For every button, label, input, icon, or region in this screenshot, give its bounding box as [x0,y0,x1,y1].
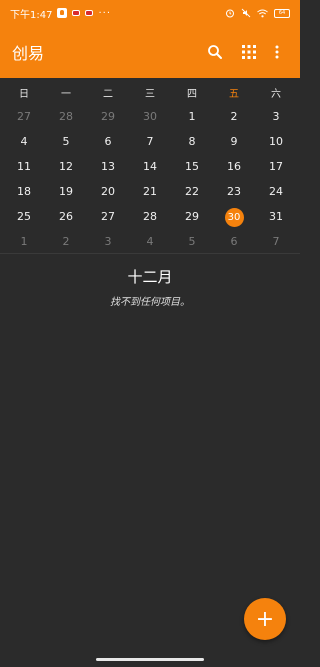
day-cell[interactable]: 27 [87,204,129,229]
day-cell[interactable]: 20 [87,179,129,204]
alarm-icon [226,9,234,18]
day-cell[interactable]: 6 [87,129,129,154]
day-cell[interactable]: 4 [3,129,45,154]
weekday-label: 五 [229,89,239,100]
day-cell[interactable]: 5 [45,129,87,154]
day-cell[interactable]: 28 [45,104,87,129]
day-cell[interactable]: 25 [3,204,45,229]
mute-icon [241,8,251,18]
day-cell[interactable]: 2 [45,229,87,254]
day-cell[interactable]: 30 [213,204,255,229]
day-cell[interactable]: 17 [255,154,297,179]
day-cell[interactable]: 19 [45,179,87,204]
day-cell[interactable]: 27 [3,104,45,129]
day-cell[interactable]: 9 [213,129,255,154]
status-time: 下午1:47 [10,9,53,21]
weekday-label: 六 [271,89,281,100]
empty-message: 找不到任何项目。 [110,297,190,308]
app-bar: 创易 [0,26,300,78]
day-cell[interactable]: 3 [255,104,297,129]
week-row: 25 26 27 28 29 30 31 [0,204,300,229]
notification-red-icon [72,10,81,16]
day-cell[interactable]: 23 [213,179,255,204]
home-indicator[interactable] [96,658,204,661]
divider [0,253,300,254]
month-title: 十二月 [127,268,173,286]
day-cell[interactable]: 6 [213,229,255,254]
day-cell[interactable]: 2 [213,104,255,129]
weekday-label: 三 [145,89,155,100]
week-row: 18 19 20 21 22 23 24 [0,179,300,204]
week-row: 11 12 13 14 15 16 17 [0,154,300,179]
notification-red-icon-2 [85,10,94,16]
weekday-label: 一 [61,89,71,100]
wifi-icon [257,9,268,17]
day-cell[interactable]: 16 [213,154,255,179]
battery-icon: 64 [274,8,290,18]
status-bar: 下午1:47 ··· 64 [0,0,300,26]
day-cell[interactable]: 3 [87,229,129,254]
day-cell[interactable]: 28 [129,204,171,229]
day-cell[interactable]: 11 [3,154,45,179]
day-cell[interactable]: 30 [129,104,171,129]
weekday-label: 日 [19,89,29,100]
week-row: 27 28 29 30 1 2 3 [0,104,300,129]
day-cell[interactable]: 12 [45,154,87,179]
week-row: 1234567 [0,229,300,254]
weekday-label: 四 [187,89,197,100]
day-cell[interactable]: 29 [171,204,213,229]
day-cell[interactable]: 7 [129,129,171,154]
day-cell[interactable]: 15 [171,154,213,179]
more-vert-icon[interactable] [266,41,288,63]
search-icon[interactable] [204,41,226,63]
add-event-button[interactable]: + [244,598,286,640]
day-cell[interactable]: 22 [171,179,213,204]
top-bar: 下午1:47 ··· 64 创易 [0,0,300,78]
day-cell[interactable]: 1 [171,104,213,129]
agenda-area: 十二月 找不到任何项目。 [0,266,300,308]
day-cell[interactable]: 4 [129,229,171,254]
calendar-grid: 27 28 29 30 1 2 3 4 5 6 7 8 9 10 11 12 13 14 15 16 17 18 19 20 2… [0,104,300,254]
day-cell[interactable]: 10 [255,129,297,154]
day-cell[interactable]: 1 [3,229,45,254]
calendar-screen: 下午1:47 ··· 64 创易 日 一 二 三 四 五 六 27 28 29 … [0,0,300,667]
day-cell[interactable]: 13 [87,154,129,179]
month-calendar: 日一二三四五六 27 28 29 30 1 2 3 4 5 6 7 8 9 10 11 12 13 14 15 16 1… [0,86,300,254]
grid-icon[interactable] [238,41,260,63]
weekday-label: 二 [103,89,113,100]
status-left: 下午1:47 ··· [10,6,111,21]
day-cell[interactable]: 8 [171,129,213,154]
week-row: 4 5 6 7 8 9 10 [0,129,300,154]
day-cell[interactable]: 24 [255,179,297,204]
day-cell[interactable]: 26 [45,204,87,229]
day-cell[interactable]: 31 [255,204,297,229]
day-cell[interactable]: 5 [171,229,213,254]
app-title: 创易 [12,44,45,63]
day-cell[interactable]: 21 [129,179,171,204]
status-right: 64 [225,8,290,18]
day-cell[interactable]: 14 [129,154,171,179]
notification-app-icon [57,8,68,18]
day-cell[interactable]: 7 [255,229,297,254]
plus-icon: + [255,606,275,632]
day-cell[interactable]: 29 [87,104,129,129]
today-indicator: 30 [224,208,244,227]
day-cell[interactable]: 18 [3,179,45,204]
status-more: ··· [98,7,112,19]
weekday-header: 日一二三四五六 [0,86,300,104]
